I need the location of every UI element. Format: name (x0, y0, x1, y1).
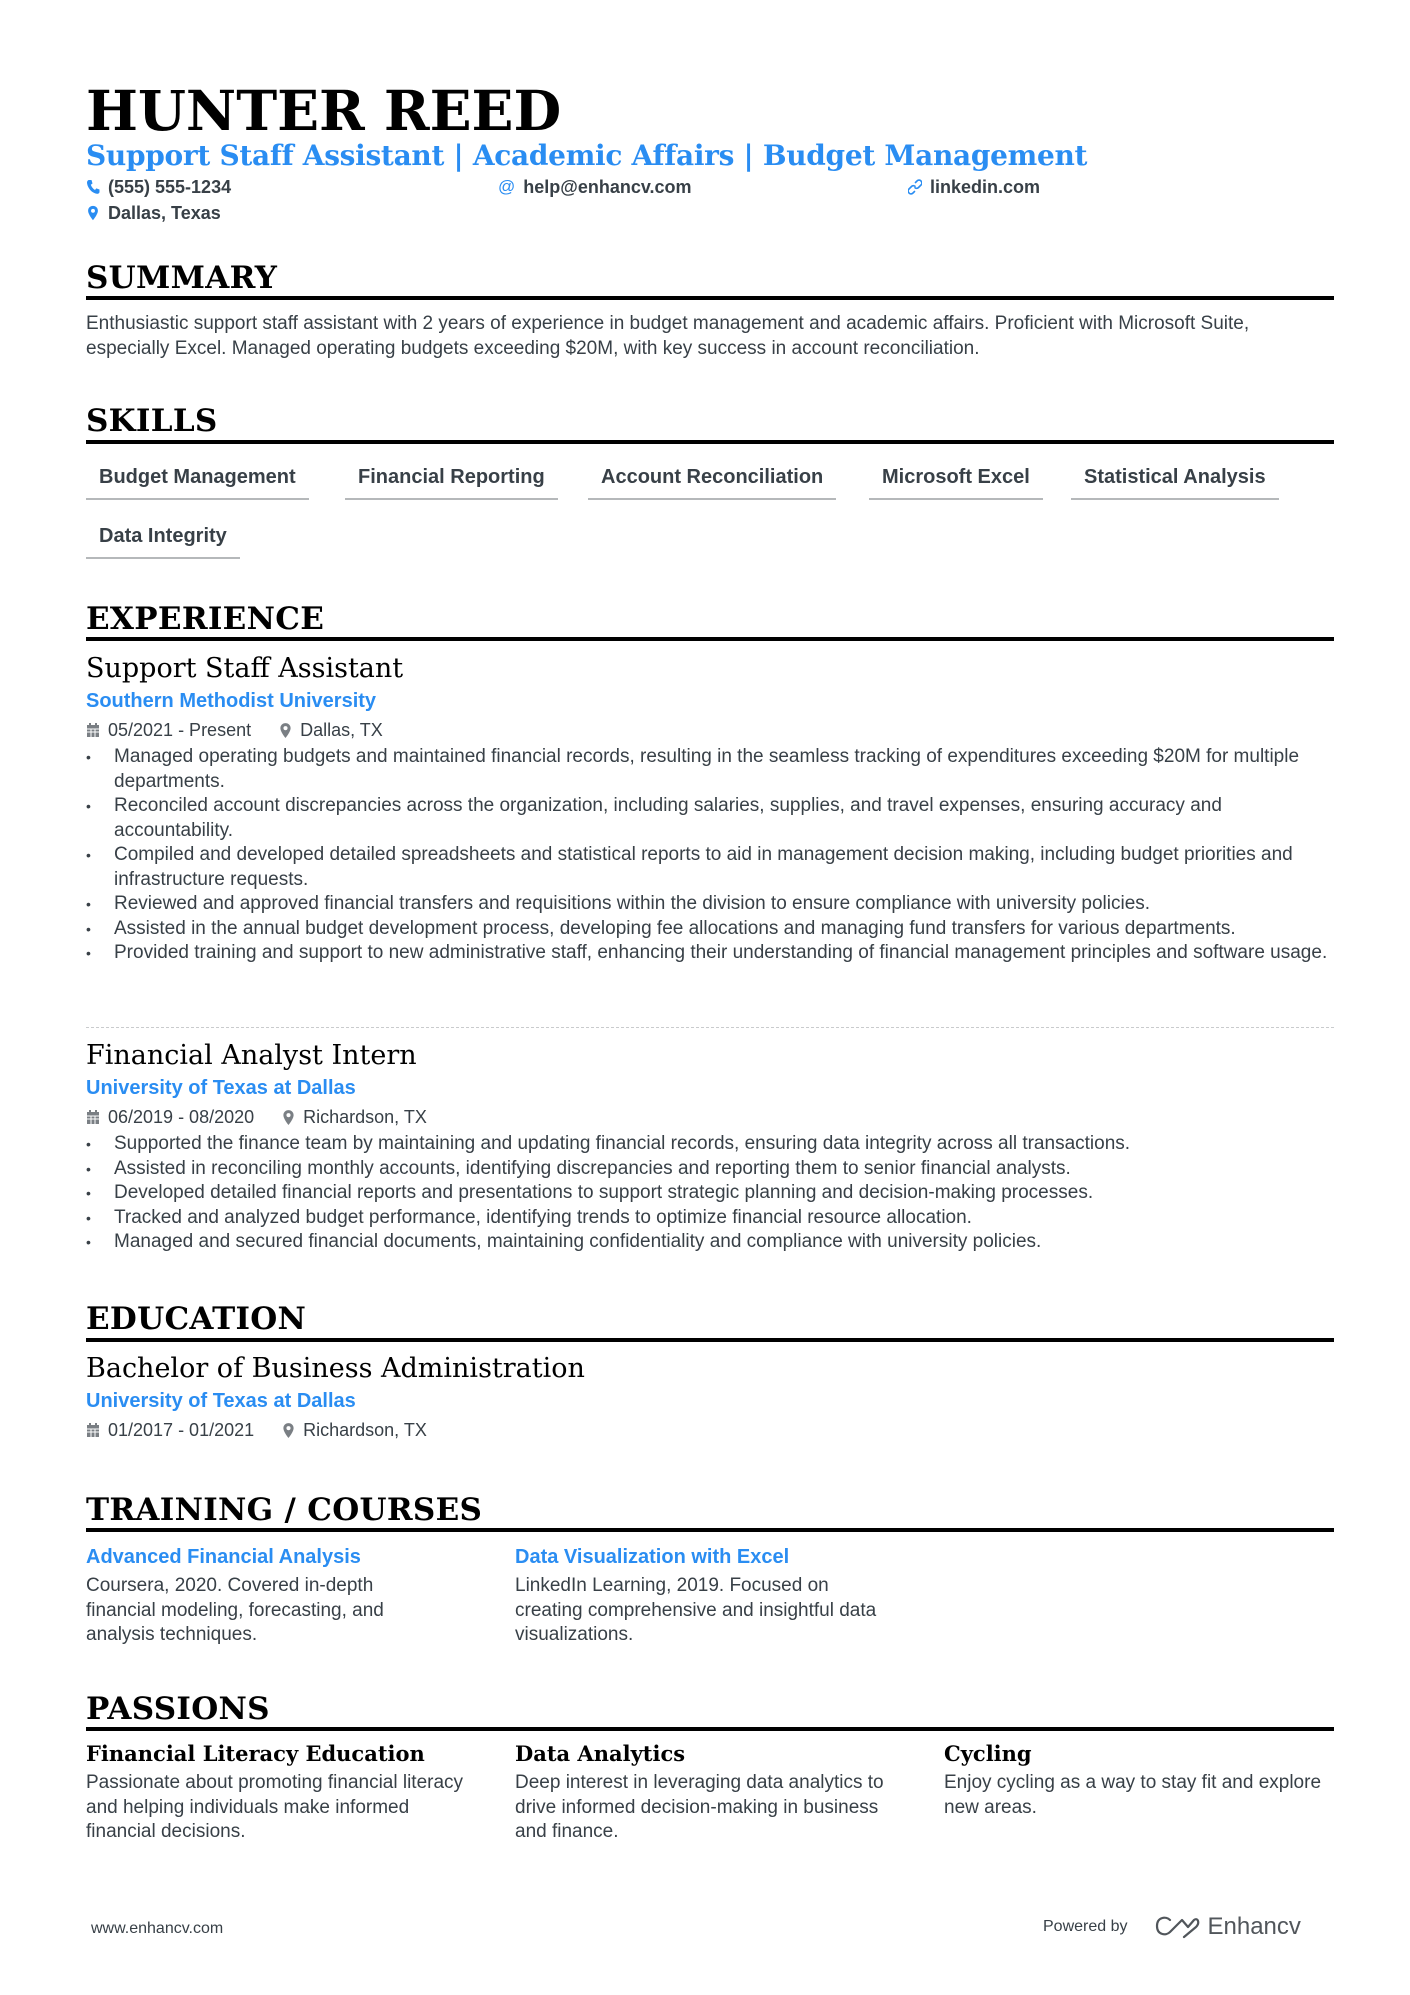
entry-separator (86, 1027, 1334, 1028)
skill-tag: Data Integrity (86, 523, 240, 559)
powered-by[interactable]: Powered by Enhancv (1043, 1913, 1301, 1941)
bullet-item: Managed operating budgets and maintained… (86, 745, 1334, 794)
company-name: Southern Methodist University (86, 690, 377, 712)
passions-divider (86, 1727, 1334, 1731)
course-item: Data Visualization with Excel LinkedIn L… (515, 1544, 885, 1648)
job-meta: 05/2021 - Present Dallas, TX (86, 718, 1334, 742)
course-title: Advanced Financial Analysis (86, 1546, 361, 1568)
skill-tag: Account Reconciliation (588, 464, 837, 500)
job-bullets: Supported the finance team by maintainin… (86, 1132, 1334, 1255)
location-pin-icon (283, 1109, 294, 1125)
footer-website-link[interactable]: www.enhancv.com (91, 1920, 223, 1938)
job-location-wrap: Richardson, TX (282, 1105, 427, 1129)
enhancv-logo[interactable]: Enhancv (1154, 1913, 1301, 1941)
experience-entry: Financial Analyst Intern University of T… (86, 1039, 1334, 1255)
course-title: Data Visualization with Excel (515, 1546, 790, 1568)
location-pin-icon (88, 205, 98, 221)
skills-divider (86, 440, 1334, 444)
bullet-item: Reviewed and approved financial transfer… (86, 892, 1334, 917)
summary-heading: SUMMARY (86, 260, 278, 296)
experience-divider (86, 637, 1334, 641)
summary-text: Enthusiastic support staff assistant wit… (86, 313, 1250, 359)
education-heading: EDUCATION (86, 1301, 307, 1337)
skills-heading: SKILLS (86, 403, 218, 439)
education-location: Richardson, TX (303, 1420, 427, 1440)
company-name: University of Texas at Dallas (86, 1077, 356, 1099)
passion-title: Cycling (944, 1741, 1032, 1766)
job-location-wrap: Dallas, TX (279, 718, 383, 742)
passion-title: Financial Literacy Education (86, 1741, 425, 1766)
website-text[interactable]: linkedin.com (930, 175, 1040, 199)
education-entry: Bachelor of Business Administration Univ… (86, 1352, 1334, 1442)
location-pin-icon (280, 722, 291, 738)
skill-tag: Budget Management (86, 464, 309, 500)
degree-title: Bachelor of Business Administration (86, 1353, 585, 1384)
training-heading: TRAINING / COURSES (86, 1492, 483, 1528)
bullet-item: Reconciled account discrepancies across … (86, 794, 1334, 843)
experience-entry: Support Staff Assistant Southern Methodi… (86, 652, 1334, 966)
brand-name: Enhancv (1207, 1913, 1301, 1940)
bullet-item: Assisted in reconciling monthly accounts… (86, 1157, 1334, 1182)
course-description: LinkedIn Learning, 2019. Focused on crea… (515, 1575, 877, 1645)
powered-by-label: Powered by (1043, 1918, 1128, 1935)
contact-email[interactable]: @ help@enhancv.com (498, 175, 692, 199)
candidate-name: HUNTER REED (86, 78, 562, 143)
bullet-item: Provided training and support to new adm… (86, 941, 1334, 966)
skill-tag: Financial Reporting (345, 464, 558, 500)
passion-title: Data Analytics (515, 1741, 686, 1766)
passion-description: Deep interest in leveraging data analyti… (515, 1772, 884, 1842)
contact-link[interactable]: linkedin.com (908, 175, 1040, 199)
contact-location: Dallas, Texas (86, 201, 221, 225)
at-icon: @ (498, 177, 516, 196)
education-meta: 01/2017 - 01/2021 Richardson, TX (86, 1418, 1334, 1442)
skill-tag: Microsoft Excel (869, 464, 1043, 500)
job-location: Richardson, TX (303, 1107, 427, 1127)
location-text: Dallas, Texas (108, 203, 221, 223)
training-divider (86, 1528, 1334, 1532)
job-location: Dallas, TX (300, 720, 383, 740)
link-icon (908, 179, 922, 195)
education-location-wrap: Richardson, TX (282, 1418, 427, 1442)
calendar-icon (87, 1423, 99, 1437)
education-dates: 01/2017 - 01/2021 (108, 1420, 255, 1440)
bullet-item: Developed detailed financial reports and… (86, 1181, 1334, 1206)
email-text[interactable]: help@enhancv.com (523, 175, 691, 199)
enhancv-logo-icon (1155, 1916, 1199, 1939)
job-title: Support Staff Assistant (86, 653, 404, 684)
job-dates: 06/2019 - 08/2020 (108, 1107, 255, 1127)
bullet-item: Compiled and developed detailed spreadsh… (86, 843, 1334, 892)
course-description: Coursera, 2020. Covered in-depth financi… (86, 1575, 384, 1645)
location-pin-icon (283, 1422, 294, 1438)
passion-item: Cycling Enjoy cycling as a way to stay f… (944, 1740, 1324, 1820)
passion-description: Enjoy cycling as a way to stay fit and e… (944, 1772, 1322, 1818)
job-meta: 06/2019 - 08/2020 Richardson, TX (86, 1105, 1334, 1129)
phone-text: (555) 555-1234 (108, 177, 232, 197)
calendar-icon (87, 1110, 99, 1124)
passion-description: Passionate about promoting financial lit… (86, 1772, 464, 1842)
course-item: Advanced Financial Analysis Coursera, 20… (86, 1544, 436, 1648)
bullet-item: Tracked and analyzed budget performance,… (86, 1206, 1334, 1231)
passion-item: Financial Literacy Education Passionate … (86, 1740, 476, 1845)
job-title: Financial Analyst Intern (86, 1040, 417, 1071)
bullet-item: Managed and secured financial documents,… (86, 1230, 1334, 1255)
candidate-subtitle: Support Staff Assistant | Academic Affai… (86, 139, 1088, 172)
experience-heading: EXPERIENCE (86, 601, 325, 637)
education-divider (86, 1338, 1334, 1342)
bullet-item: Assisted in the annual budget developmen… (86, 917, 1334, 942)
school-name: University of Texas at Dallas (86, 1390, 356, 1412)
summary-divider (86, 296, 1334, 300)
phone-icon (87, 180, 100, 194)
contact-phone: (555) 555-1234 (86, 175, 231, 199)
job-bullets: Managed operating budgets and maintained… (86, 745, 1334, 966)
job-dates: 05/2021 - Present (108, 720, 252, 740)
bullet-item: Supported the finance team by maintainin… (86, 1132, 1334, 1157)
passion-item: Data Analytics Deep interest in leveragi… (515, 1740, 910, 1845)
passions-heading: PASSIONS (86, 1691, 270, 1727)
skill-tag: Statistical Analysis (1071, 464, 1279, 500)
calendar-icon (87, 723, 99, 737)
